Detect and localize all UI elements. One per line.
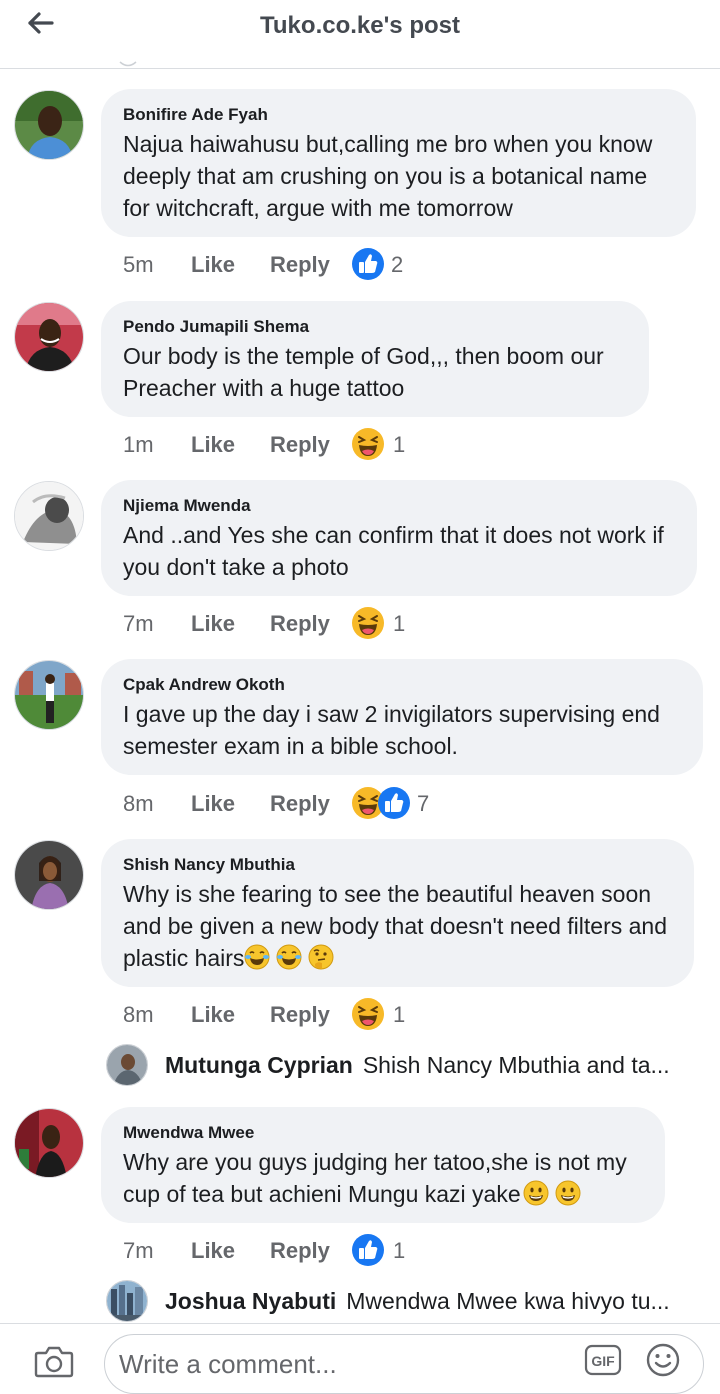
comment-text: And ..and Yes she can confirm that it do… <box>123 522 664 580</box>
camera-icon <box>34 1346 74 1378</box>
haha-reaction-icon[interactable] <box>351 427 385 461</box>
reply-preview-text[interactable]: Mutunga Cyprian Shish Nancy Mbuthia and t… <box>165 1052 685 1079</box>
comment-text: Najua haiwahusu but,calling me bro when … <box>123 131 653 221</box>
like-button[interactable]: Like <box>191 1002 235 1028</box>
reaction-count[interactable]: 1 <box>393 1002 405 1028</box>
top-bar: Tuko.co.ke's post <box>0 0 720 69</box>
reply-button[interactable]: Reply <box>270 432 330 458</box>
avatar[interactable] <box>14 481 84 551</box>
grinning-emoji-icon <box>555 1180 581 1206</box>
comment-actions: 5m Like Reply 2 <box>123 247 523 281</box>
reaction-count[interactable]: 1 <box>393 611 405 637</box>
comment-actions: 1m Like Reply 1 <box>123 427 523 461</box>
comment-author[interactable]: Mwendwa Mwee <box>123 1122 643 1144</box>
comment-bubble[interactable]: Mwendwa Mwee Why are you guys judging he… <box>101 1107 665 1223</box>
reply-preview[interactable]: Joshua Nyabuti Mwendwa Mwee kwa hivyo tu.… <box>106 1280 706 1324</box>
avatar[interactable] <box>106 1044 148 1086</box>
comment-author[interactable]: Cpak Andrew Okoth <box>123 674 681 696</box>
comment-text: Why are you guys judging her tatoo,she i… <box>123 1146 643 1210</box>
avatar[interactable] <box>14 840 84 910</box>
avatar[interactable] <box>14 302 84 372</box>
like-button[interactable]: Like <box>191 791 235 817</box>
tears-of-joy-emoji-icon <box>276 944 302 970</box>
reply-snippet: Shish Nancy Mbuthia and ta... <box>362 1052 670 1078</box>
smiley-icon <box>646 1343 680 1377</box>
gif-label: GIF <box>591 1353 615 1369</box>
comment-actions: 7m Like Reply 1 <box>123 1233 523 1267</box>
comment-text-content: Why is she fearing to see the beautiful … <box>123 881 668 971</box>
like-button[interactable]: Like <box>191 432 235 458</box>
comment-author[interactable]: Bonifire Ade Fyah <box>123 104 674 126</box>
comment-text: Our body is the temple of God,,, then bo… <box>123 343 604 401</box>
comment-actions: 8m Like Reply 1 <box>123 997 523 1031</box>
comment-time: 7m <box>123 1238 154 1263</box>
reaction-count[interactable]: 2 <box>391 252 403 278</box>
like-reaction-icon[interactable] <box>351 247 385 281</box>
comment-bubble[interactable]: Pendo Jumapili Shema Our body is the tem… <box>101 301 649 417</box>
comment-author[interactable]: Njiema Mwenda <box>123 495 675 517</box>
gif-button[interactable]: GIF <box>584 1344 622 1376</box>
comment-bubble[interactable]: Cpak Andrew Okoth I gave up the day i sa… <box>101 659 703 775</box>
comment-time: 8m <box>123 791 154 816</box>
avatar[interactable] <box>14 1108 84 1178</box>
reaction-count[interactable]: 7 <box>417 791 429 817</box>
haha-reaction-icon[interactable] <box>351 997 385 1031</box>
comment-time: 7m <box>123 611 154 636</box>
reaction-count[interactable]: 1 <box>393 1238 405 1264</box>
haha-reaction-icon[interactable] <box>351 606 385 640</box>
thinking-emoji-icon <box>308 944 334 970</box>
comment-bubble[interactable]: Bonifire Ade Fyah Najua haiwahusu but,ca… <box>101 89 696 237</box>
reply-button[interactable]: Reply <box>270 252 330 278</box>
page-title: Tuko.co.ke's post <box>260 12 460 39</box>
tears-of-joy-emoji-icon <box>244 944 270 970</box>
reply-snippet: Mwendwa Mwee kwa hivyo tu... <box>346 1288 670 1314</box>
reply-preview[interactable]: Mutunga Cyprian Shish Nancy Mbuthia and t… <box>106 1044 706 1088</box>
comment-time: 5m <box>123 252 154 277</box>
reply-author[interactable]: Mutunga Cyprian <box>165 1052 353 1078</box>
comment-text: Why is she fearing to see the beautiful … <box>123 878 672 974</box>
avatar[interactable] <box>106 1280 148 1322</box>
grinning-emoji-icon <box>523 1180 549 1206</box>
comment-time: 8m <box>123 1002 154 1027</box>
like-reaction-icon[interactable] <box>351 1233 385 1267</box>
comment-time: 1m <box>123 432 154 457</box>
reply-preview-text[interactable]: Joshua Nyabuti Mwendwa Mwee kwa hivyo tu.… <box>165 1288 685 1315</box>
comment-author[interactable]: Pendo Jumapili Shema <box>123 316 627 338</box>
comment-text: I gave up the day i saw 2 invigilators s… <box>123 701 660 759</box>
comment-text-content: Why are you guys judging her tatoo,she i… <box>123 1149 627 1207</box>
reply-button[interactable]: Reply <box>270 611 330 637</box>
reply-button[interactable]: Reply <box>270 1238 330 1264</box>
reply-button[interactable]: Reply <box>270 791 330 817</box>
emoji-button[interactable] <box>645 1342 681 1378</box>
reply-author[interactable]: Joshua Nyabuti <box>165 1288 336 1314</box>
chevron-down-icon <box>119 61 137 67</box>
like-reaction-icon[interactable] <box>377 786 411 820</box>
comment-author[interactable]: Shish Nancy Mbuthia <box>123 854 672 876</box>
comment-bubble[interactable]: Njiema Mwenda And ..and Yes she can conf… <box>101 480 697 596</box>
reaction-count[interactable]: 1 <box>393 432 405 458</box>
comment-bubble[interactable]: Shish Nancy Mbuthia Why is she fearing t… <box>101 839 694 987</box>
comment-composer: GIF <box>0 1323 720 1394</box>
comment-actions: 7m Like Reply 1 <box>123 606 523 640</box>
like-button[interactable]: Like <box>191 611 235 637</box>
avatar[interactable] <box>14 90 84 160</box>
gif-icon: GIF <box>584 1344 622 1376</box>
like-button[interactable]: Like <box>191 252 235 278</box>
reply-button[interactable]: Reply <box>270 1002 330 1028</box>
like-button[interactable]: Like <box>191 1238 235 1264</box>
comment-actions: 8m Like Reply 7 <box>123 786 523 820</box>
camera-button[interactable] <box>34 1344 74 1378</box>
avatar[interactable] <box>14 660 84 730</box>
